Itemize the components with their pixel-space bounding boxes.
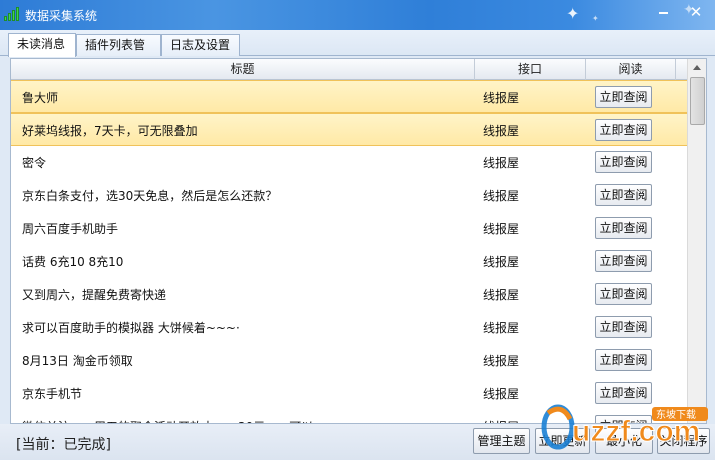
table-row[interactable]: 密令 线报屋 立即查阅 (11, 146, 687, 179)
tab-plugin-list[interactable]: 插件列表管理 (76, 34, 161, 72)
table-row[interactable]: 又到周六，提醒免费寄快递 线报屋 立即查阅 (11, 278, 687, 311)
table-row[interactable]: 鲁大师 线报屋 立即查阅 (11, 80, 687, 113)
column-header-source[interactable]: 接口 (475, 59, 586, 80)
row-title: 密令 (22, 156, 47, 170)
row-source: 线报屋 (483, 222, 520, 236)
row-source: 线报屋 (483, 321, 520, 335)
row-title: 8月13日 淘金币领取 (22, 354, 133, 368)
row-source: 线报屋 (483, 255, 520, 269)
manage-theme-button[interactable]: 管理主题 (473, 428, 530, 454)
row-title: 周六百度手机助手 (22, 222, 119, 236)
row-source: 线报屋 (483, 189, 520, 203)
view-now-button[interactable]: 立即查阅 (595, 119, 652, 141)
row-source: 线报屋 (483, 124, 520, 138)
sparkle-icon: ✦ (592, 14, 599, 23)
view-now-button[interactable]: 立即查阅 (595, 184, 652, 206)
table-row[interactable]: 京东手机节 线报屋 立即查阅 (11, 377, 687, 410)
table-body: 鲁大师 线报屋 立即查阅 好莱坞线报，7天卡，可无限叠加 线报屋 立即查阅 密令 线报屋 立即查… (11, 80, 687, 423)
row-source: 线报屋 (483, 354, 520, 368)
tab-unread-messages[interactable]: 未读消息 (8, 33, 76, 57)
close-program-button[interactable]: 关闭程序 (657, 428, 710, 454)
table-row[interactable]: 好莱坞线报，7天卡，可无限叠加 线报屋 立即查阅 (11, 113, 687, 146)
table-row[interactable]: 京东白条支付，选30天免息，然后是怎么还款？ 线报屋 立即查阅 (11, 179, 687, 212)
scroll-up-icon[interactable] (688, 59, 706, 76)
sparkle-icon: ✦ (566, 4, 580, 23)
table-row[interactable]: 8月13日 淘金币领取 线报屋 立即查阅 (11, 344, 687, 377)
view-now-button[interactable]: 立即查阅 (595, 283, 652, 305)
view-now-button[interactable]: 立即查阅 (595, 151, 652, 173)
row-title: 又到周六，提醒免费寄快递 (22, 288, 167, 302)
view-now-button[interactable]: 立即查阅 (595, 349, 652, 371)
row-title: 求可以百度助手的模拟器 大饼候着~~~· (22, 321, 240, 335)
status-bar: [当前：已完成] 管理主题 立即更新 最小化 关闭程序 (0, 424, 715, 460)
tab-strip: 未读消息 插件列表管理 日志及设置 (0, 30, 715, 72)
row-source: 线报屋 (483, 387, 520, 401)
column-header-filler (676, 59, 687, 80)
view-now-button[interactable]: 立即查阅 (595, 217, 652, 239)
row-source: 线报屋 (483, 156, 520, 170)
close-icon[interactable]: ✕ (685, 2, 707, 22)
window-title: 数据采集系统 (25, 9, 98, 23)
row-title: 话费 6充10 8充10 (22, 255, 124, 269)
update-now-button[interactable]: 立即更新 (535, 428, 590, 454)
table-header: 标题 接口 阅读 (11, 59, 687, 80)
row-title: 好莱坞线报，7天卡，可无限叠加 (22, 124, 198, 138)
view-now-button[interactable]: 立即查阅 (595, 382, 652, 404)
row-source: 线报屋 (483, 288, 520, 302)
minimize-icon[interactable] (657, 6, 671, 18)
view-now-button[interactable]: 立即查阅 (595, 86, 652, 108)
scroll-thumb[interactable] (690, 77, 705, 125)
column-header-title[interactable]: 标题 (11, 59, 475, 80)
tab-log-settings[interactable]: 日志及设置 (161, 34, 240, 56)
message-table: 标题 接口 阅读 鲁大师 线报屋 立即查阅 好莱坞线报，7天卡，可无限叠加 线报屋 立即查… (10, 58, 707, 424)
vertical-scrollbar[interactable] (687, 59, 706, 423)
table-row[interactable]: 周六百度手机助手 线报屋 立即查阅 (11, 212, 687, 245)
column-header-read[interactable]: 阅读 (586, 59, 676, 80)
table-row[interactable]: 微信关注……周五的聚会活动开放中……30元……可以……线报屋立即查阅 (11, 410, 687, 423)
signal-bars-icon (4, 7, 20, 21)
view-now-button[interactable]: 立即查阅 (595, 250, 652, 272)
row-title: 京东手机节 (22, 387, 83, 401)
row-source: 线报屋 (483, 91, 520, 105)
table-row[interactable]: 话费 6充10 8充10 线报屋 立即查阅 (11, 245, 687, 278)
view-now-button[interactable]: 立即查阅 (595, 415, 652, 423)
row-title: 鲁大师 (22, 91, 59, 105)
title-bar: 数据采集系统 ✦ ✦ ✦ ✕ (0, 0, 715, 30)
row-title: 京东白条支付，选30天免息，然后是怎么还款？ (22, 189, 278, 203)
table-row[interactable]: 求可以百度助手的模拟器 大饼候着~~~· 线报屋 立即查阅 (11, 311, 687, 344)
view-now-button[interactable]: 立即查阅 (595, 316, 652, 338)
minimize-button[interactable]: 最小化 (595, 428, 653, 454)
status-text: [当前：已完成] (16, 437, 111, 453)
